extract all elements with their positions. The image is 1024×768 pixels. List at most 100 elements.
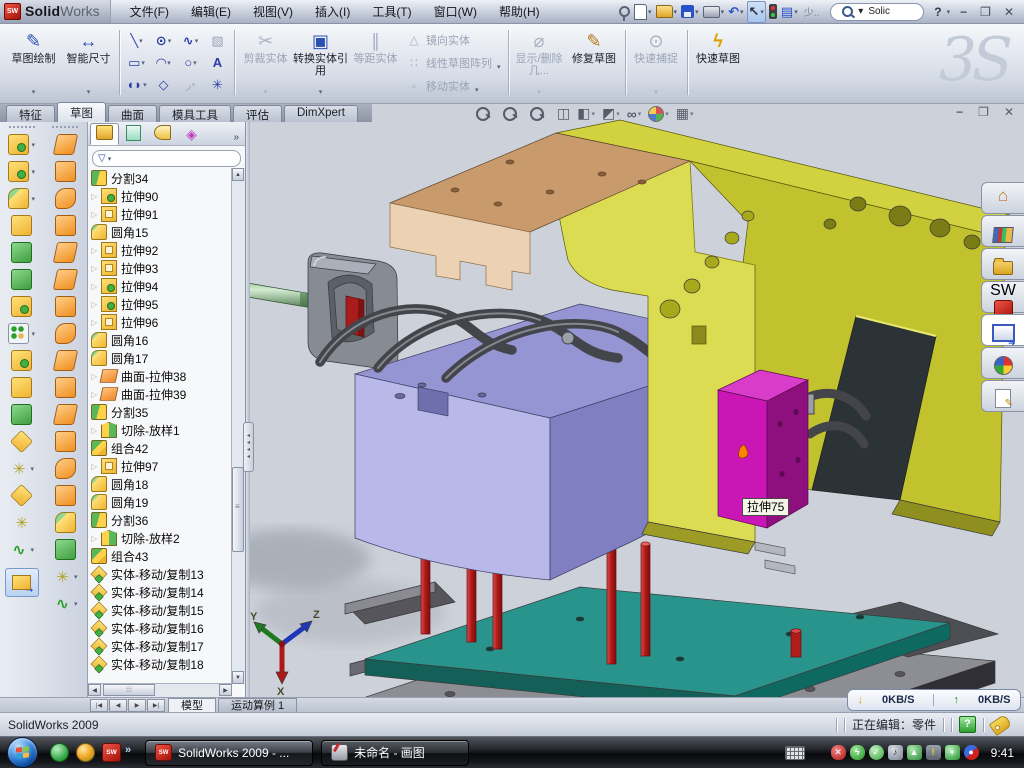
- toolbar-button[interactable]: ▾: [9, 455, 34, 482]
- expand-arrow-icon[interactable]: [91, 246, 101, 255]
- window-control-button[interactable]: ✕: [1004, 5, 1014, 19]
- tree-item[interactable]: 切除-放样1: [88, 421, 232, 439]
- toolbar-button[interactable]: [11, 482, 32, 509]
- toolbar-button[interactable]: [55, 509, 76, 536]
- tree-item[interactable]: 拉伸93: [88, 259, 232, 277]
- tree-item[interactable]: 拉伸91: [88, 205, 232, 223]
- tree-item[interactable]: 圆角16: [88, 331, 232, 349]
- tree-item[interactable]: 实体-移动/复制16: [88, 619, 232, 637]
- command-tab[interactable]: 评估: [233, 105, 282, 122]
- toolbar-button[interactable]: [55, 401, 76, 428]
- dropdown-arrow-icon[interactable]: ▾: [616, 110, 620, 118]
- dropdown-arrow-icon[interactable]: ▾: [168, 37, 172, 45]
- help-dropdown-arrow-icon[interactable]: ▾: [947, 8, 951, 16]
- sketch-entity-button[interactable]: ⊙ ▾: [150, 30, 177, 52]
- toolbar-button[interactable]: [55, 455, 76, 482]
- quick-tips-button[interactable]: ?: [959, 716, 976, 733]
- dropdown-arrow-icon[interactable]: ▾: [690, 110, 694, 118]
- tree-item[interactable]: 曲面-拉伸38: [88, 367, 232, 385]
- menu-item[interactable]: 窗口(W): [423, 0, 488, 23]
- menu-item[interactable]: 帮助(H): [488, 0, 551, 23]
- tree-item[interactable]: 拉伸97: [88, 457, 232, 475]
- tree-item[interactable]: 分割34: [88, 169, 232, 187]
- ribbon-button[interactable]: ϟ 快速草图: [691, 26, 746, 99]
- input-language-icon[interactable]: [785, 746, 805, 760]
- expand-arrow-icon[interactable]: [91, 426, 101, 435]
- tree-item[interactable]: 圆角18: [88, 475, 232, 493]
- ribbon-button[interactable]: ✂ 剪裁实体 ▾: [238, 26, 293, 99]
- toolbar-button[interactable]: ▾: [8, 158, 35, 185]
- instant3d-button[interactable]: [5, 569, 39, 596]
- expand-arrow-icon[interactable]: [91, 282, 101, 291]
- command-tab[interactable]: 模具工具: [159, 105, 231, 122]
- document-window-button[interactable]: −: [956, 105, 963, 119]
- toolbar-button[interactable]: [55, 158, 76, 185]
- headsup-icon[interactable]: ▾: [648, 106, 669, 122]
- tree-item[interactable]: 圆角19: [88, 493, 232, 511]
- dropdown-arrow-icon[interactable]: ▾: [674, 8, 678, 16]
- expand-arrow-icon[interactable]: [91, 192, 101, 201]
- dropdown-arrow-icon[interactable]: ▾: [638, 110, 642, 118]
- headsup-icon[interactable]: [530, 107, 550, 121]
- dropdown-arrow-icon[interactable]: ▾: [497, 63, 501, 71]
- tab-nav-button[interactable]: |◀: [90, 699, 108, 712]
- tray-icon[interactable]: ✓: [869, 745, 884, 760]
- command-tab[interactable]: 草图: [57, 102, 106, 122]
- tree-item[interactable]: 实体-移动/复制14: [88, 583, 232, 601]
- splitter-collapse-button[interactable]: ◂◂◂◂: [243, 422, 254, 472]
- dropdown-arrow-icon[interactable]: ▾: [665, 110, 669, 118]
- toolbar-button[interactable]: ▾: [8, 185, 35, 212]
- panel-splitter[interactable]: ◂◂◂◂: [246, 122, 250, 697]
- expand-arrow-icon[interactable]: [91, 264, 101, 273]
- dropdown-arrow-icon[interactable]: ▾: [30, 465, 34, 473]
- locating-pin[interactable]: [791, 631, 801, 657]
- task-pane-tab[interactable]: [981, 248, 1024, 280]
- dropdown-arrow-icon[interactable]: ▾: [139, 37, 143, 45]
- ribbon-list-button[interactable]: ▫ 移动实体 ▾: [407, 78, 501, 94]
- guide-pin[interactable]: [765, 560, 795, 574]
- panel-header-tab[interactable]: [148, 123, 177, 145]
- tree-item[interactable]: 拉伸95: [88, 295, 232, 313]
- sketch-entity-button[interactable]: ◖◗ ▾: [123, 74, 150, 96]
- expand-arrow-icon[interactable]: [91, 462, 101, 471]
- document-window-button[interactable]: ✕: [1004, 105, 1014, 119]
- dropdown-arrow-icon[interactable]: ▾: [654, 87, 658, 99]
- ribbon-button[interactable]: ↔ 智能尺寸 ▾: [61, 26, 116, 99]
- tree-item[interactable]: 拉伸94: [88, 277, 232, 295]
- panel-header-tab[interactable]: [90, 123, 119, 145]
- dropdown-arrow-icon[interactable]: ▾: [537, 87, 541, 99]
- command-tab[interactable]: DimXpert: [284, 105, 358, 122]
- sketch-entity-button[interactable]: ◞ ▾: [177, 74, 204, 96]
- tags-icon[interactable]: [989, 713, 1013, 735]
- model-view[interactable]: Y Z X: [250, 104, 1024, 697]
- sketch-entity-button[interactable]: ✳: [204, 74, 231, 96]
- toolbar-button[interactable]: [55, 239, 76, 266]
- toolbar-button[interactable]: [55, 212, 76, 239]
- task-pane-tab[interactable]: [981, 314, 1024, 346]
- command-tab[interactable]: 特征: [6, 105, 55, 122]
- tree-item[interactable]: 圆角15: [88, 223, 232, 241]
- toolbar-icon[interactable]: ↖ ▾: [747, 1, 766, 23]
- dropdown-arrow-icon[interactable]: ▾: [167, 59, 171, 67]
- sketch-entity-button[interactable]: ◠ ▾: [150, 52, 177, 74]
- tree-item[interactable]: 实体-移动/复制15: [88, 601, 232, 619]
- scroll-right-arrow-icon[interactable]: ▶: [219, 684, 232, 696]
- task-pane-tab[interactable]: SW: [981, 281, 1024, 313]
- tray-icon[interactable]: ●: [964, 745, 979, 760]
- tab-nav-button[interactable]: ▶|: [147, 699, 165, 712]
- toolbar-button[interactable]: [11, 266, 32, 293]
- dropdown-arrow-icon[interactable]: ▾: [695, 8, 699, 16]
- sketch-entity-button[interactable]: ╲ ▾: [123, 30, 150, 52]
- scroll-down-arrow-icon[interactable]: ▼: [232, 671, 244, 684]
- dropdown-arrow-icon[interactable]: ▾: [193, 59, 197, 67]
- tree-item[interactable]: 切除-放样2: [88, 529, 232, 547]
- tray-icon[interactable]: ✕: [831, 745, 846, 760]
- expand-arrow-icon[interactable]: [91, 210, 101, 219]
- start-button[interactable]: [7, 737, 38, 768]
- toolbar-button[interactable]: [55, 131, 76, 158]
- ribbon-button[interactable]: ∥ 等距实体: [348, 26, 403, 99]
- tray-icon[interactable]: !: [926, 745, 941, 760]
- window-control-button[interactable]: −: [960, 5, 967, 19]
- headsup-icon[interactable]: [503, 107, 523, 121]
- graphics-viewport[interactable]: Y Z X: [250, 104, 1024, 697]
